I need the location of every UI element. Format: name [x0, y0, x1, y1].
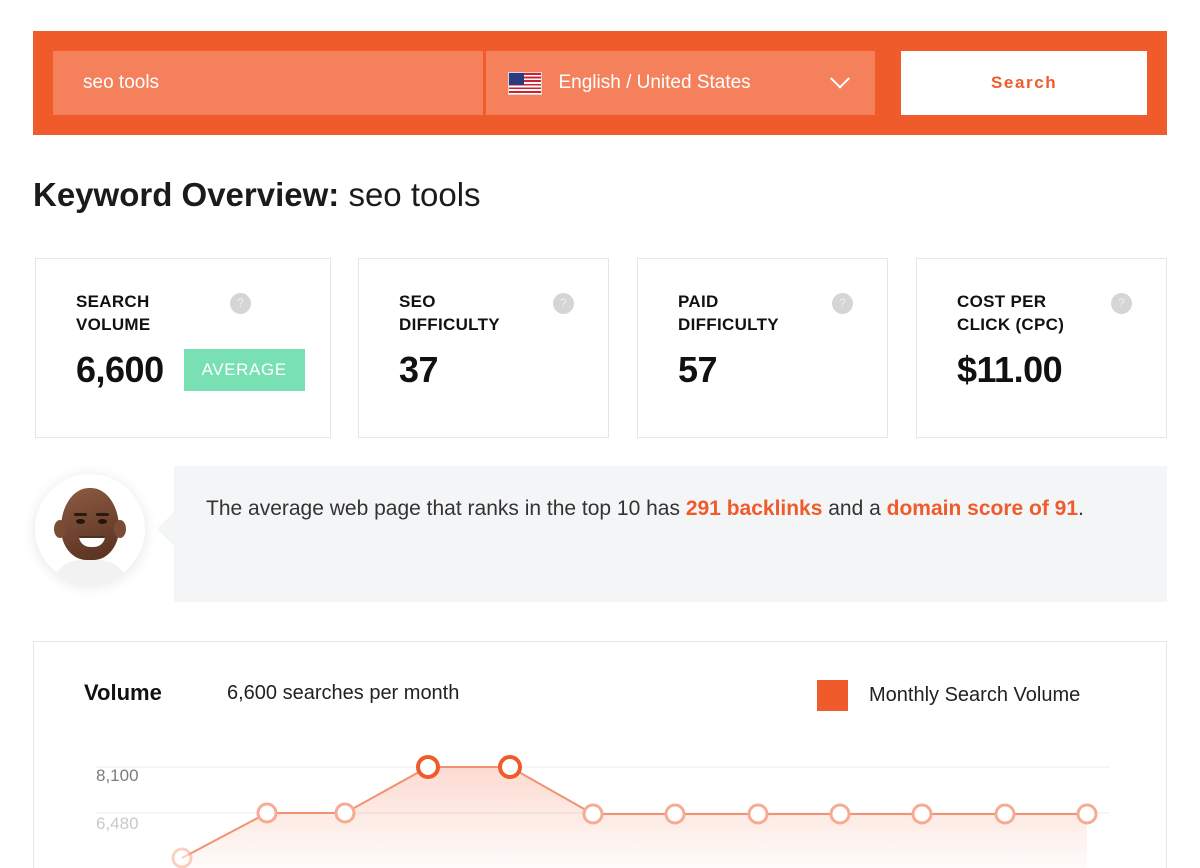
y-axis-tick-label: 6,480 — [96, 814, 139, 834]
help-icon[interactable]: ? — [832, 293, 853, 314]
card-value: $11.00 — [957, 349, 1062, 391]
card-value-row: 37 — [399, 349, 438, 391]
metric-card-cpc: COST PER CLICK (CPC) ? $11.00 — [916, 258, 1167, 438]
chart-header: Volume 6,600 searches per month Monthly … — [34, 642, 1166, 750]
insight-callout: The average web page that ranks in the t… — [33, 466, 1167, 602]
insight-highlight-domain-score: domain score of 91 — [887, 497, 1078, 520]
metric-cards: SEARCH VOLUME ? 6,600 AVERAGE SEO DIFFIC… — [35, 258, 1167, 438]
chevron-down-icon — [830, 69, 850, 89]
search-bar: English / United States Search — [33, 31, 1167, 135]
page-title-prefix: Keyword Overview: — [33, 176, 339, 213]
card-value: 6,600 — [76, 349, 164, 391]
card-header: SEARCH VOLUME ? — [76, 291, 314, 337]
card-label: PAID DIFFICULTY — [678, 291, 818, 337]
chart-plot-area: 8,100 6,480 — [34, 750, 1167, 868]
y-axis-tick-label: 8,100 — [96, 766, 139, 786]
help-icon[interactable]: ? — [230, 293, 251, 314]
card-header: SEO DIFFICULTY ? — [399, 291, 592, 337]
chart-data-point[interactable] — [258, 804, 276, 822]
metric-card-paid-difficulty: PAID DIFFICULTY ? 57 — [637, 258, 888, 438]
chart-legend: Monthly Search Volume — [817, 680, 1080, 711]
status-badge: AVERAGE — [184, 349, 305, 391]
chart-title: Volume — [84, 680, 162, 706]
chart-data-point[interactable] — [173, 849, 191, 867]
card-label: SEO DIFFICULTY — [399, 291, 539, 337]
chart-data-point[interactable] — [336, 804, 354, 822]
speech-bubble: The average web page that ranks in the t… — [174, 466, 1167, 602]
insight-text-part3: . — [1078, 497, 1084, 520]
chart-subtitle: 6,600 searches per month — [227, 682, 459, 705]
locale-select[interactable]: English / United States — [486, 51, 875, 115]
card-value-row: $11.00 — [957, 349, 1062, 391]
chart-data-point[interactable] — [831, 805, 849, 823]
volume-chart-card: Volume 6,600 searches per month Monthly … — [33, 641, 1167, 868]
card-header: COST PER CLICK (CPC) ? — [957, 291, 1150, 337]
keyword-overview-page: English / United States Search Keyword O… — [0, 0, 1200, 868]
locale-label: English / United States — [558, 72, 833, 94]
legend-label: Monthly Search Volume — [869, 684, 1080, 707]
card-value-row: 57 — [678, 349, 717, 391]
card-value: 37 — [399, 349, 438, 391]
metric-card-seo-difficulty: SEO DIFFICULTY ? 37 — [358, 258, 609, 438]
insight-text: The average web page that ranks in the t… — [206, 493, 1137, 526]
chart-data-point[interactable] — [418, 757, 438, 777]
page-title: Keyword Overview: seo tools — [33, 176, 481, 214]
help-icon[interactable]: ? — [1111, 293, 1132, 314]
chart-data-point[interactable] — [996, 805, 1014, 823]
search-button[interactable]: Search — [901, 51, 1147, 115]
page-title-keyword: seo tools — [348, 176, 480, 213]
us-flag-icon — [508, 72, 542, 95]
chart-data-point[interactable] — [1078, 805, 1096, 823]
search-input[interactable] — [81, 71, 455, 95]
card-label: COST PER CLICK (CPC) — [957, 291, 1097, 337]
insight-text-part1: The average web page that ranks in the t… — [206, 497, 686, 520]
chart-data-point[interactable] — [913, 805, 931, 823]
metric-card-search-volume: SEARCH VOLUME ? 6,600 AVERAGE — [35, 258, 331, 438]
card-value: 57 — [678, 349, 717, 391]
avatar — [35, 474, 145, 584]
legend-swatch-icon — [817, 680, 848, 711]
chart-data-point[interactable] — [500, 757, 520, 777]
insight-highlight-backlinks: 291 backlinks — [686, 497, 823, 520]
card-value-row: 6,600 AVERAGE — [76, 349, 305, 391]
insight-text-part2: and a — [822, 497, 886, 520]
search-input-wrapper[interactable] — [53, 51, 483, 115]
chart-data-point[interactable] — [666, 805, 684, 823]
chart-data-point[interactable] — [749, 805, 767, 823]
card-label: SEARCH VOLUME — [76, 291, 216, 337]
chart-data-point[interactable] — [584, 805, 602, 823]
card-header: PAID DIFFICULTY ? — [678, 291, 871, 337]
help-icon[interactable]: ? — [553, 293, 574, 314]
volume-line-chart — [34, 750, 1167, 868]
